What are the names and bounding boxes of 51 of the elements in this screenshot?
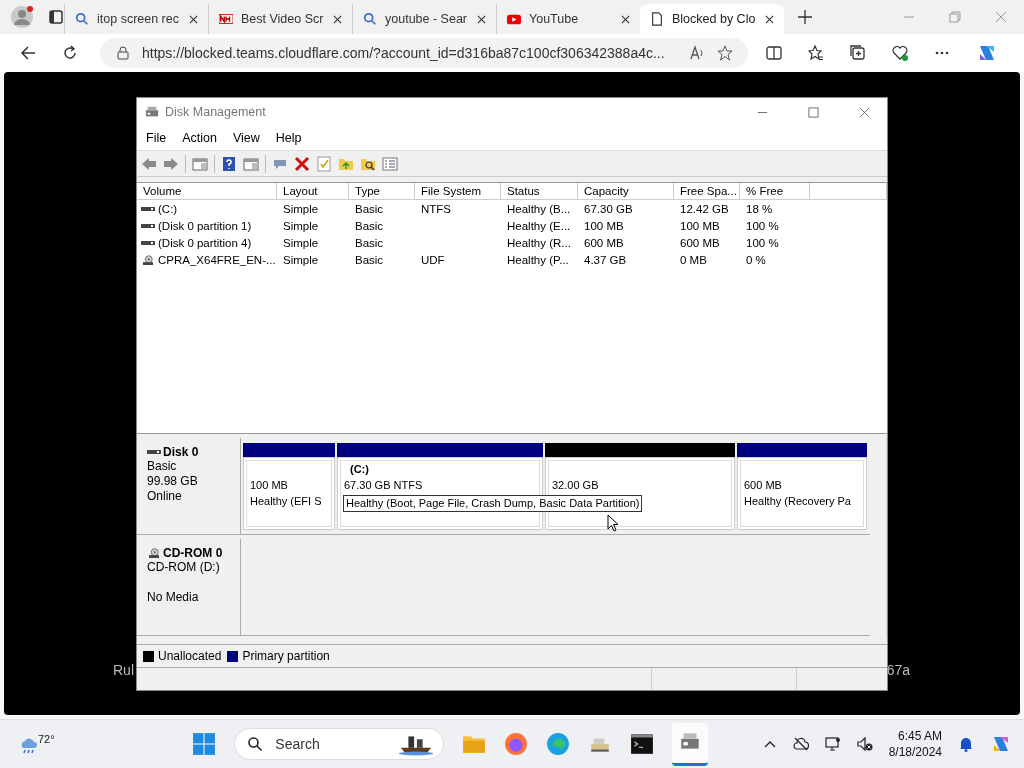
legend-label: Primary partition <box>242 649 330 663</box>
partition-info: Healthy (Recovery Pa <box>744 494 852 509</box>
table-cell: 12.42 GB <box>680 202 729 215</box>
table-cell: 0 MB <box>680 253 707 266</box>
table-cell: Healthy (B... <box>507 202 571 215</box>
table-cell: 600 MB <box>584 236 624 249</box>
status-tooltip: Healthy (Boot, Page File, Crash Dump, Basic Data Partition) <box>343 495 643 512</box>
table-cell: 18 % <box>746 202 773 215</box>
partition-info: 600 MB <box>744 478 783 493</box>
disk-name: Disk 0 <box>163 445 199 459</box>
table-cell: (Disk 0 partition 4) <box>158 236 252 249</box>
disk-info: 99.98 GB <box>147 474 199 489</box>
table-cell: NTFS <box>421 202 452 215</box>
table-cell: Healthy (P... <box>507 253 569 266</box>
table-cell: CPRA_X64FRE_EN-... <box>158 253 276 266</box>
table-cell: Simple <box>283 219 319 232</box>
table-cell: Basic <box>355 253 384 266</box>
table-cell: 100 MB <box>584 219 624 232</box>
partition-info: 100 MB <box>250 478 289 493</box>
partition-label: (C:) <box>349 462 370 477</box>
page-text: 67a <box>886 662 910 678</box>
partition-info: 32.00 GB <box>552 478 600 493</box>
table-cell: 100 MB <box>680 219 720 232</box>
table-cell: 67.30 GB <box>584 202 633 215</box>
table-cell: 600 MB <box>680 236 720 249</box>
window-title: Disk Management <box>165 105 266 119</box>
table-cell: Basic <box>355 236 384 249</box>
disk-info: No Media <box>147 590 200 605</box>
table-cell: Simple <box>283 253 319 266</box>
disk-info: Online <box>147 489 183 504</box>
table-cell: Healthy (R... <box>507 236 571 249</box>
legend-label: Unallocated <box>158 649 222 663</box>
table-cell: (C:) <box>158 202 178 215</box>
table-cell: (Disk 0 partition 1) <box>158 219 252 232</box>
partition-info: Healthy (EFI S <box>250 494 323 509</box>
table-cell: 100 % <box>746 219 779 232</box>
disk-name: CD-ROM 0 <box>163 546 223 560</box>
table-cell: Simple <box>283 202 319 215</box>
table-cell: 100 % <box>746 236 779 249</box>
disk-info: CD-ROM (D:) <box>147 560 221 575</box>
table-cell: Basic <box>355 202 384 215</box>
temperature-text: 72° <box>38 733 55 745</box>
table-cell: Basic <box>355 219 384 232</box>
disk-info: Basic <box>147 459 178 474</box>
partition-info: 67.30 GB NTFS <box>344 478 424 493</box>
table-cell: 0 % <box>746 253 766 266</box>
table-cell: Healthy (E... <box>507 219 571 232</box>
page-text: Rul <box>113 662 134 678</box>
table-cell: Simple <box>283 236 319 249</box>
table-cell: UDF <box>421 253 445 266</box>
table-cell: 4.37 GB <box>584 253 627 266</box>
